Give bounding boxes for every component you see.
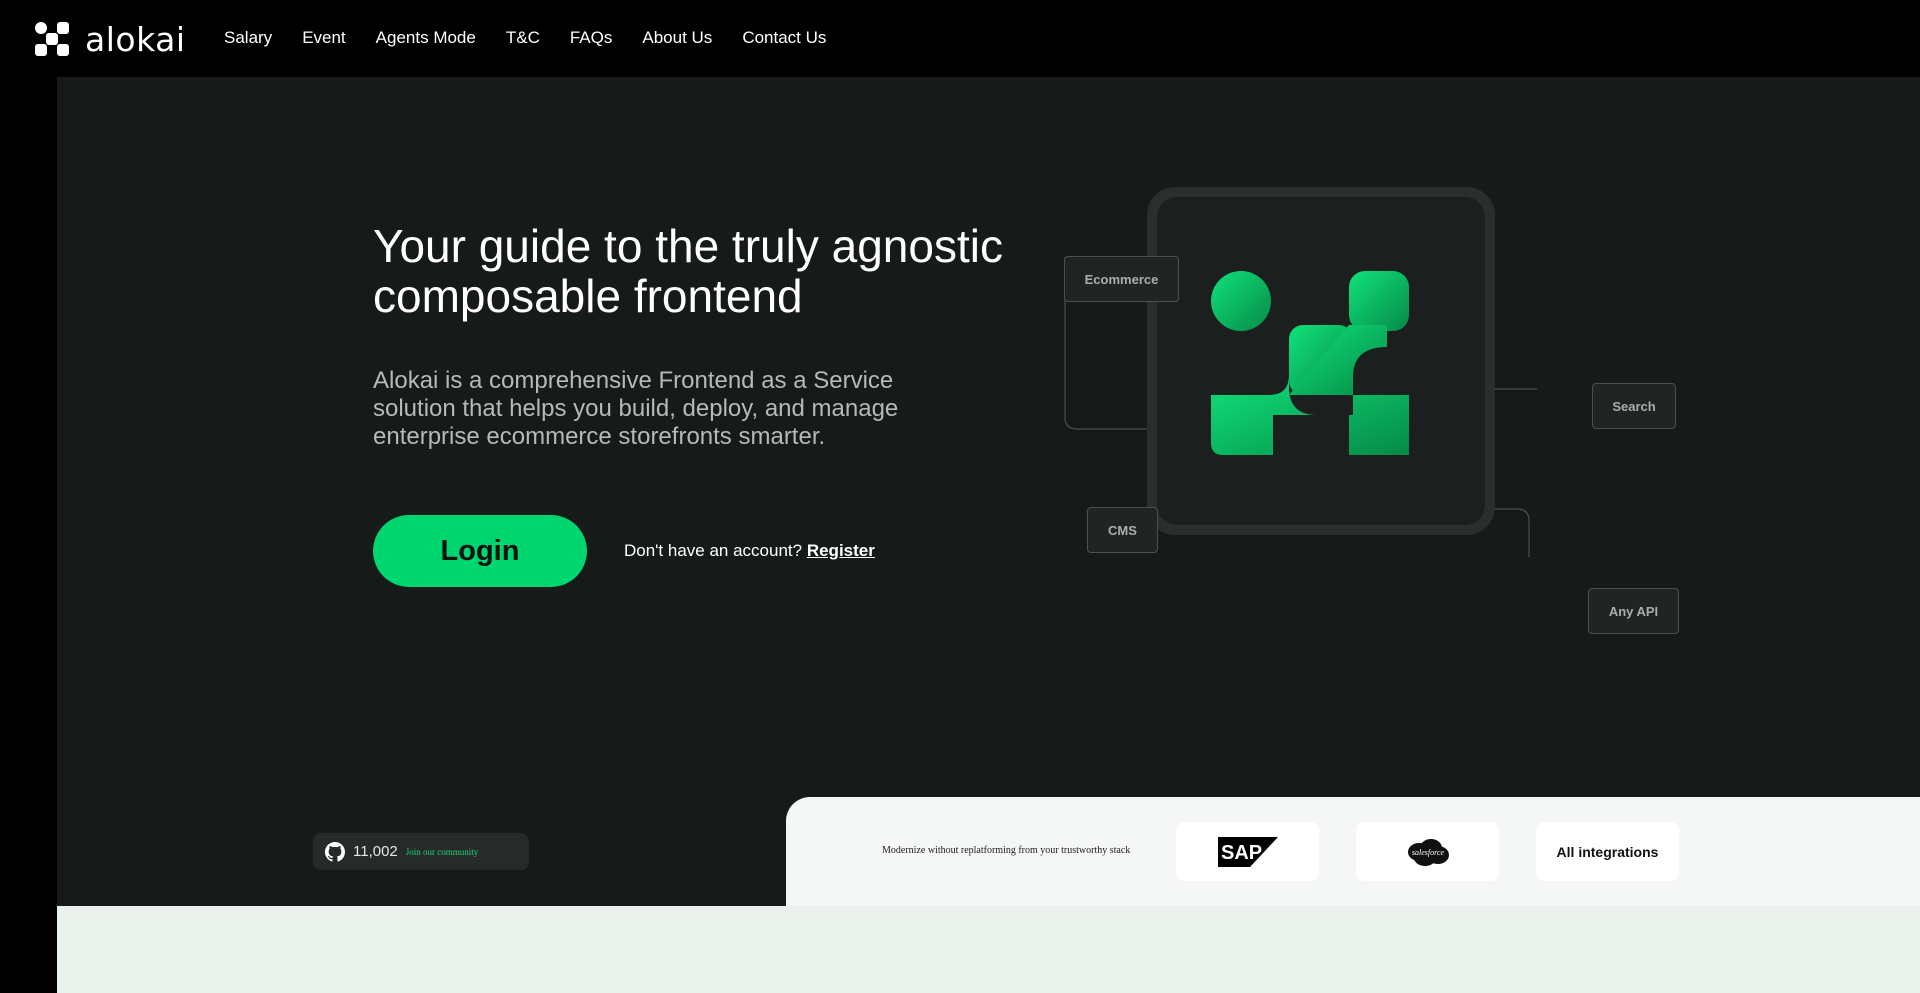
salesforce-logo-text: salesforce xyxy=(1411,848,1444,857)
tag-ecommerce: Ecommerce xyxy=(1064,256,1179,302)
tag-any-api: Any API xyxy=(1588,588,1679,634)
nav-about-us[interactable]: About Us xyxy=(642,28,712,48)
register-link[interactable]: Register xyxy=(807,541,875,560)
hero-section: Your guide to the truly agnostic composa… xyxy=(57,77,1920,906)
nav-contact-us[interactable]: Contact Us xyxy=(742,28,826,48)
hero-headline: Your guide to the truly agnostic composa… xyxy=(373,220,1003,322)
tag-cms: CMS xyxy=(1087,507,1158,553)
alokai-frame xyxy=(1147,187,1495,535)
sap-logo-icon: SAP xyxy=(1217,836,1278,867)
github-icon xyxy=(325,841,345,862)
brand-name: alokai xyxy=(85,20,186,59)
brand-logo[interactable]: alokai xyxy=(35,20,186,59)
register-prompt: Don't have an account? Register xyxy=(624,541,875,561)
partner-card-sap[interactable]: SAP xyxy=(1176,822,1319,881)
all-integrations-card[interactable]: All integrations xyxy=(1536,822,1679,881)
partner-card-salesforce[interactable]: salesforce xyxy=(1356,822,1499,881)
integration-diagram: Ecommerce Search CMS Any API xyxy=(1007,137,1707,634)
login-button[interactable]: Login xyxy=(373,515,587,587)
salesforce-cloud-icon: salesforce xyxy=(1407,838,1449,866)
main-nav: Salary Event Agents Mode T&C FAQs About … xyxy=(224,28,856,48)
github-community-badge[interactable]: 11,002 Join our community xyxy=(313,833,529,870)
alokai-logo-icon xyxy=(35,22,69,57)
sap-logo-text: SAP xyxy=(1221,842,1262,864)
partners-message: Modernize without replatforming from you… xyxy=(882,845,1131,856)
all-integrations-label: All integrations xyxy=(1556,843,1659,860)
no-account-text: Don't have an account? xyxy=(624,541,803,560)
partners-strip: Modernize without replatforming from you… xyxy=(786,797,1920,907)
alokai-frame-inner xyxy=(1157,197,1485,525)
tag-search: Search xyxy=(1592,383,1676,429)
nav-agents-mode[interactable]: Agents Mode xyxy=(376,28,476,48)
alokai-mark-icon xyxy=(1211,271,1409,455)
github-star-count: 11,002 xyxy=(353,843,398,860)
join-community-link[interactable]: Join our community xyxy=(406,847,479,857)
top-navigation-bar: alokai Salary Event Agents Mode T&C FAQs… xyxy=(0,0,1920,77)
nav-terms[interactable]: T&C xyxy=(506,28,540,48)
nav-event[interactable]: Event xyxy=(302,28,345,48)
nav-faqs[interactable]: FAQs xyxy=(570,28,613,48)
next-section-background xyxy=(57,906,1920,993)
nav-salary[interactable]: Salary xyxy=(224,28,272,48)
hero-subcopy: Alokai is a comprehensive Frontend as a … xyxy=(373,367,899,450)
